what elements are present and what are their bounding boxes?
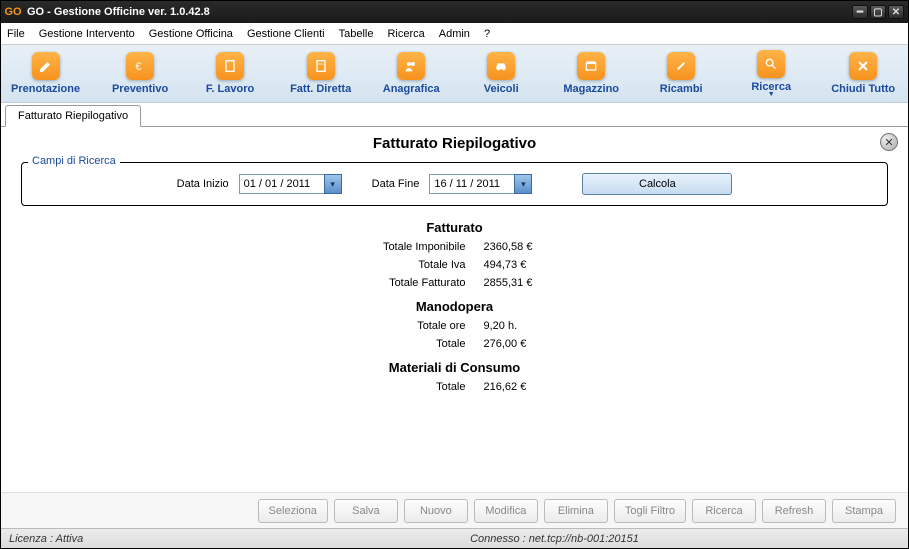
row-totale-imponibile: Totale Imponibile 2360,58 €: [21, 241, 888, 253]
elimina-button[interactable]: Elimina: [544, 499, 608, 523]
data-inizio-dropdown-button[interactable]: [324, 174, 342, 194]
value-manodopera-totale: 276,00 €: [484, 338, 564, 350]
value-materiali-totale: 216,62 €: [484, 381, 564, 393]
data-fine-label: Data Fine: [372, 178, 420, 190]
fatturato-heading: Fatturato: [21, 220, 888, 235]
label-totale-imponibile: Totale Imponibile: [346, 241, 466, 253]
row-materiali-totale: Totale 216,62 €: [21, 381, 888, 393]
seleziona-button[interactable]: Seleziona: [258, 499, 328, 523]
tool-prenotazione[interactable]: Prenotazione: [11, 52, 80, 95]
status-license: Licenza : Attiva: [9, 533, 209, 545]
titlebar: GO GO - Gestione Officine ver. 1.0.42.8 …: [1, 1, 908, 23]
maximize-button[interactable]: ▢: [870, 5, 886, 19]
data-inizio-combo: [239, 174, 342, 194]
value-totale-imponibile: 2360,58 €: [484, 241, 564, 253]
menu-tabelle[interactable]: Tabelle: [339, 28, 374, 40]
data-fine-dropdown-button[interactable]: [514, 174, 532, 194]
page-title: Fatturato Riepilogativo: [21, 135, 888, 152]
modifica-button[interactable]: Modifica: [474, 499, 538, 523]
menubar: File Gestione Intervento Gestione Offici…: [1, 23, 908, 45]
content-area: ✕ Fatturato Riepilogativo Campi di Ricer…: [1, 127, 908, 492]
chevron-down-icon: ▼: [768, 91, 775, 98]
value-totale-fatturato: 2855,31 €: [484, 277, 564, 289]
tool-magazzino[interactable]: Magazzino: [561, 52, 621, 95]
menu-ricerca[interactable]: Ricerca: [387, 28, 424, 40]
search-legend: Campi di Ricerca: [28, 155, 120, 167]
label-materiali-totale: Totale: [346, 381, 466, 393]
stampa-button[interactable]: Stampa: [832, 499, 896, 523]
materiali-heading: Materiali di Consumo: [21, 360, 888, 375]
row-totale-fatturato: Totale Fatturato 2855,31 €: [21, 277, 888, 289]
data-inizio-input[interactable]: [239, 174, 324, 194]
label-totale-fatturato: Totale Fatturato: [346, 277, 466, 289]
people-icon: [397, 52, 425, 80]
svg-text:€: €: [135, 61, 141, 73]
nuovo-button[interactable]: Nuovo: [404, 499, 468, 523]
tool-veicoli[interactable]: Veicoli: [471, 52, 531, 95]
row-manodopera-totale: Totale 276,00 €: [21, 338, 888, 350]
data-inizio-label: Data Inizio: [177, 178, 229, 190]
app-logo-icon: GO: [5, 4, 21, 20]
row-totale-iva: Totale Iva 494,73 €: [21, 259, 888, 271]
menu-gestione-officina[interactable]: Gestione Officina: [149, 28, 233, 40]
ricerca-button[interactable]: Ricerca: [692, 499, 756, 523]
close-icon: [849, 52, 877, 80]
label-totale-ore: Totale ore: [346, 320, 466, 332]
menu-admin[interactable]: Admin: [439, 28, 470, 40]
tool-fatt-diretta[interactable]: Fatt. Diretta: [290, 52, 351, 95]
row-totale-ore: Totale ore 9,20 h.: [21, 320, 888, 332]
menu-help[interactable]: ?: [484, 28, 490, 40]
data-fine-input[interactable]: [429, 174, 514, 194]
tabstrip: Fatturato Riepilogativo: [1, 103, 908, 127]
value-totale-ore: 9,20 h.: [484, 320, 564, 332]
refresh-button[interactable]: Refresh: [762, 499, 826, 523]
tool-flavoro[interactable]: F. Lavoro: [200, 52, 260, 95]
car-icon: [487, 52, 515, 80]
tool-chiudi-tutto[interactable]: Chiudi Tutto: [831, 52, 895, 95]
box-icon: [577, 52, 605, 80]
label-totale-iva: Totale Iva: [346, 259, 466, 271]
toolbar: Prenotazione € Preventivo F. Lavoro Fatt…: [1, 45, 908, 103]
parts-icon: [667, 52, 695, 80]
menu-gestione-intervento[interactable]: Gestione Intervento: [39, 28, 135, 40]
menu-gestione-clienti[interactable]: Gestione Clienti: [247, 28, 325, 40]
minimize-button[interactable]: ━: [852, 5, 868, 19]
search-fieldset: Campi di Ricerca Data Inizio Data Fine C…: [21, 162, 888, 206]
menu-file[interactable]: File: [7, 28, 25, 40]
tool-ricambi[interactable]: Ricambi: [651, 52, 711, 95]
label-manodopera-totale: Totale: [346, 338, 466, 350]
tool-preventivo[interactable]: € Preventivo: [110, 52, 170, 95]
euro-icon: €: [126, 52, 154, 80]
action-bar: Seleziona Salva Nuovo Modifica Elimina T…: [1, 492, 908, 528]
close-window-button[interactable]: ✕: [888, 5, 904, 19]
salva-button[interactable]: Salva: [334, 499, 398, 523]
tool-anagrafica[interactable]: Anagrafica: [381, 52, 441, 95]
window-title: GO - Gestione Officine ver. 1.0.42.8: [27, 6, 852, 18]
close-tab-button[interactable]: ✕: [880, 133, 898, 151]
data-fine-combo: [429, 174, 532, 194]
manodopera-heading: Manodopera: [21, 299, 888, 314]
search-icon: [757, 50, 785, 78]
pencil-icon: [32, 52, 60, 80]
status-connection: Connesso : net.tcp://nb-001:20151: [209, 533, 900, 545]
document-icon: [216, 52, 244, 80]
tool-ricerca[interactable]: Ricerca ▼: [741, 50, 801, 98]
calcola-button[interactable]: Calcola: [582, 173, 732, 195]
invoice-icon: [307, 52, 335, 80]
statusbar: Licenza : Attiva Connesso : net.tcp://nb…: [1, 528, 908, 548]
togli-filtro-button[interactable]: Togli Filtro: [614, 499, 686, 523]
value-totale-iva: 494,73 €: [484, 259, 564, 271]
tab-fatturato-riepilogativo[interactable]: Fatturato Riepilogativo: [5, 105, 141, 127]
app-window: GO GO - Gestione Officine ver. 1.0.42.8 …: [0, 0, 909, 549]
